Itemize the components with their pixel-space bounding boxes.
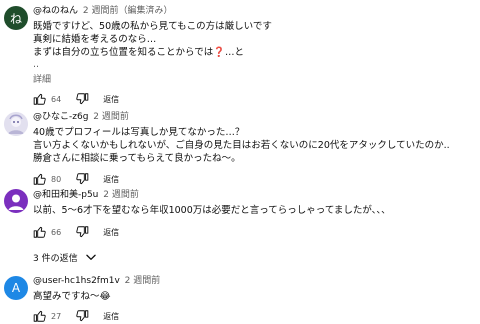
avatar-letter: ね (9, 11, 22, 26)
default-avatar-icon (8, 194, 24, 210)
comment-text-line: 言い方よくないかもしれないが、ご自身の見た目はお若くないのに20代をアタックして… (33, 140, 450, 151)
thumbs-down-icon[interactable] (75, 172, 89, 186)
avatar-letter: A (11, 281, 21, 295)
avatar[interactable] (4, 112, 28, 136)
thumbs-up-icon[interactable] (33, 172, 47, 186)
replies-count-label: 3 件の返信 (33, 253, 78, 264)
comment-actions: 27 返信 (33, 308, 474, 324)
author-name[interactable]: @和田和美-p5u (33, 190, 98, 200)
reply-button[interactable]: 返信 (103, 227, 119, 238)
comment-text-line: まずは自分の立ち位置を知ることからでは❓…と (33, 47, 245, 58)
thumbs-down-icon[interactable] (75, 225, 89, 239)
avatar-illustration-icon (4, 112, 28, 136)
comment-time[interactable]: 2 週間前 (125, 276, 161, 286)
comment-text-line: 以前、5〜6才下を望むなら年収1000万は必要だと言ってらっしゃってましたが、、… (33, 205, 391, 216)
author-name[interactable]: @ねのねん (33, 6, 78, 16)
comment-time[interactable]: 2 週間前（編集済み） (83, 6, 173, 16)
thumbs-up-icon[interactable] (33, 225, 47, 239)
avatar[interactable] (4, 189, 28, 213)
like-count: 27 (51, 311, 62, 321)
reply-button[interactable]: 返信 (103, 94, 119, 105)
avatar[interactable]: ね (4, 6, 28, 30)
comment-meta: @ねのねん 2 週間前（編集済み） (33, 5, 474, 17)
comment-text-line: 既婚ですけど、50歳の私から見てもこの方は厳しいです (33, 21, 272, 32)
comment-text-line: 勝倉さんに相談に乗ってもらえて良かったね〜。 (33, 153, 241, 164)
comment-actions: 64 返信 (33, 91, 474, 107)
comment-actions: 80 返信 (33, 171, 474, 187)
reply-button[interactable]: 返信 (103, 174, 119, 185)
comment-meta: @和田和美-p5u 2 週間前 (33, 189, 474, 201)
comment-text-line: 高望みですね〜😂 (33, 291, 111, 302)
comment-text-line: .. (33, 59, 40, 70)
avatar[interactable]: A (4, 276, 28, 300)
like-count: 64 (51, 94, 62, 104)
comment-text-line: 真剣に結婚を考えるのなら… (33, 34, 157, 45)
comment-time[interactable]: 2 週間前 (103, 190, 139, 200)
like-count: 66 (51, 227, 62, 237)
author-name[interactable]: @user-hc1hs2fm1v (33, 276, 120, 286)
comment-meta: @user-hc1hs2fm1v 2 週間前 (33, 275, 474, 287)
thumbs-down-icon[interactable] (75, 92, 89, 106)
chevron-down-icon (85, 254, 96, 260)
read-more-link[interactable]: 詳細 (33, 72, 474, 85)
comment-time[interactable]: 2 週間前 (93, 112, 129, 122)
show-replies-button[interactable]: 3 件の返信 (33, 250, 474, 264)
comment-actions: 66 返信 (33, 224, 474, 240)
reply-button[interactable]: 返信 (103, 311, 119, 322)
comment-text-line: 40歳でプロフィールは写真しか見てなかった…？ (33, 127, 245, 138)
like-count: 80 (51, 174, 62, 184)
comment-meta: @ひなこ-z6g 2 週間前 (33, 111, 474, 123)
thumbs-up-icon[interactable] (33, 92, 47, 106)
author-name[interactable]: @ひなこ-z6g (33, 112, 88, 122)
